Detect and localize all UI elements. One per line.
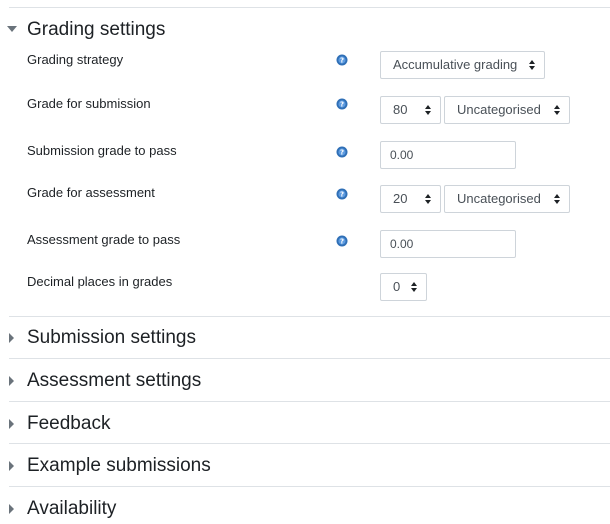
caret-right-icon[interactable] — [6, 451, 22, 481]
section-availability[interactable]: Availability — [0, 494, 610, 524]
help-icon[interactable]: ? — [336, 235, 348, 247]
submission-category-value: Uncategorised — [457, 102, 541, 117]
submission-category-select[interactable]: Uncategorised — [444, 96, 570, 124]
help-icon[interactable]: ? — [336, 146, 348, 158]
divider — [9, 486, 610, 487]
grading-strategy-select[interactable]: Accumulative grading — [380, 51, 545, 79]
assessment-category-value: Uncategorised — [457, 191, 541, 206]
divider — [9, 358, 610, 359]
section-title[interactable]: Assessment settings — [27, 369, 201, 393]
label-grading-strategy: Grading strategy — [27, 52, 124, 67]
section-title[interactable]: Submission settings — [27, 326, 196, 350]
section-submission-settings[interactable]: Submission settings — [0, 323, 610, 353]
svg-text:?: ? — [340, 101, 344, 109]
grade-assessment-value: 20 — [393, 191, 408, 206]
grading-strategy-value: Accumulative grading — [393, 57, 518, 72]
select-arrows-icon — [554, 194, 560, 204]
svg-text:?: ? — [340, 57, 344, 65]
label-decimal-places: Decimal places in grades — [27, 274, 173, 289]
divider — [9, 443, 610, 444]
grade-for-assessment-select[interactable]: 20 — [380, 185, 441, 213]
section-title[interactable]: Feedback — [27, 412, 110, 436]
section-title[interactable]: Availability — [27, 497, 116, 521]
section-example-submissions[interactable]: Example submissions — [0, 451, 610, 481]
help-icon[interactable]: ? — [336, 54, 348, 66]
help-icon[interactable]: ? — [336, 188, 348, 200]
select-arrows-icon — [411, 282, 417, 292]
select-arrows-icon — [529, 60, 535, 70]
section-assessment-settings[interactable]: Assessment settings — [0, 366, 610, 396]
divider — [9, 401, 610, 402]
caret-down-icon[interactable] — [6, 15, 22, 45]
submission-grade-to-pass-input[interactable]: 0.00 — [380, 141, 516, 169]
svg-text:?: ? — [340, 191, 344, 199]
select-arrows-icon — [425, 194, 431, 204]
section-title[interactable]: Example submissions — [27, 454, 211, 478]
caret-right-icon[interactable] — [6, 323, 22, 353]
label-assessment-grade-to-pass: Assessment grade to pass — [27, 232, 181, 247]
assessment-category-select[interactable]: Uncategorised — [444, 185, 570, 213]
label-grade-for-assessment: Grade for assessment — [27, 185, 155, 200]
svg-text:?: ? — [340, 149, 344, 157]
svg-text:?: ? — [340, 238, 344, 246]
section-title[interactable]: Grading settings — [27, 18, 165, 42]
decimal-places-value: 0 — [393, 279, 401, 294]
grade-submission-value: 80 — [393, 102, 408, 117]
decimal-places-select[interactable]: 0 — [380, 273, 427, 301]
caret-right-icon[interactable] — [6, 494, 22, 524]
assessment-grade-to-pass-input[interactable]: 0.00 — [380, 230, 516, 258]
label-submission-grade-to-pass: Submission grade to pass — [27, 143, 177, 158]
assessment-pass-value: 0.00 — [390, 237, 414, 251]
label-grade-for-submission: Grade for submission — [27, 96, 151, 111]
caret-right-icon[interactable] — [6, 366, 22, 396]
caret-right-icon[interactable] — [6, 409, 22, 439]
divider — [9, 316, 610, 317]
select-arrows-icon — [554, 105, 560, 115]
submission-pass-value: 0.00 — [390, 148, 414, 162]
select-arrows-icon — [425, 105, 431, 115]
grade-for-submission-select[interactable]: 80 — [380, 96, 441, 124]
help-icon[interactable]: ? — [336, 98, 348, 110]
section-feedback[interactable]: Feedback — [0, 409, 610, 439]
section-grading-settings[interactable]: Grading settings — [0, 15, 610, 45]
divider — [9, 7, 610, 8]
